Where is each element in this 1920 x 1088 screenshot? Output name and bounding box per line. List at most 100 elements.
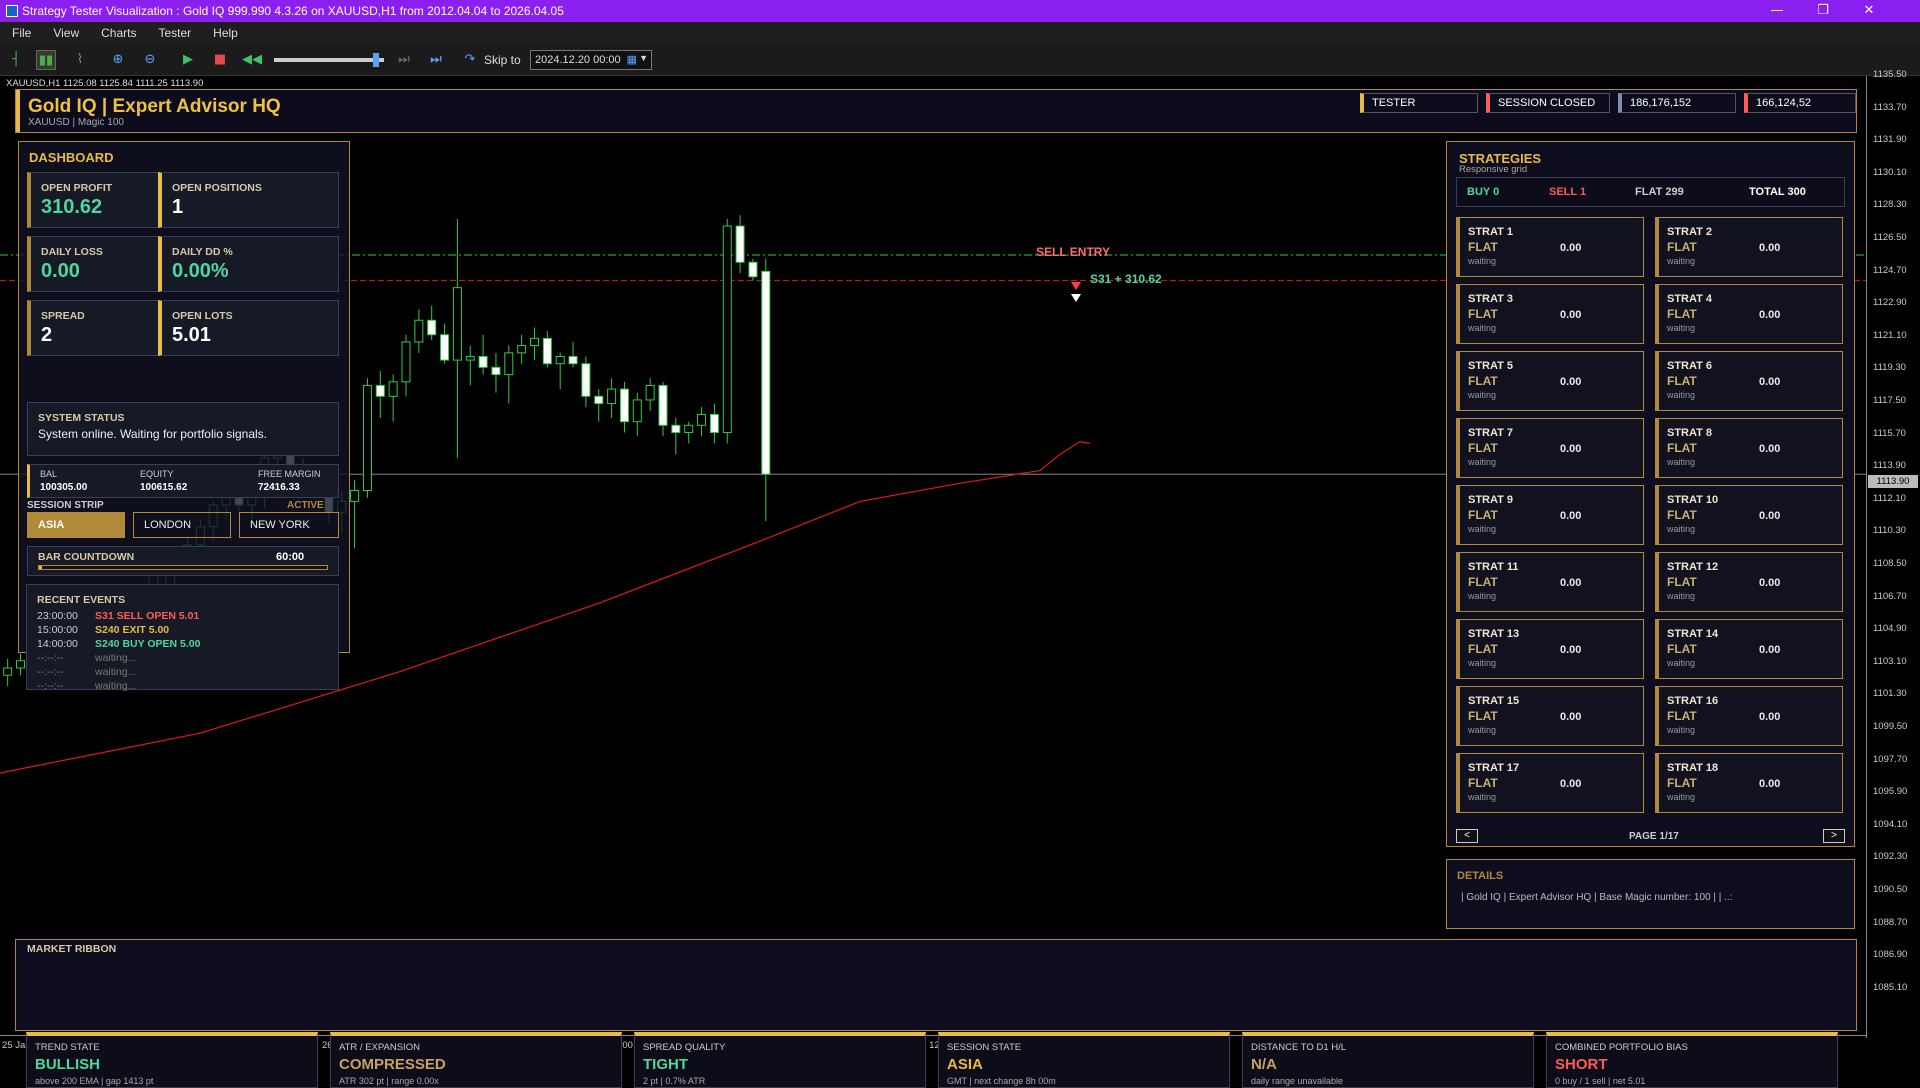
strategy-note: waiting	[1667, 390, 1696, 400]
menu-bar: File View Charts Tester Help	[0, 22, 1920, 44]
close-icon[interactable]: ✕	[1846, 0, 1892, 22]
candle-body	[632, 399, 642, 423]
strategy-value: 0.00	[1560, 510, 1582, 522]
strategy-card[interactable]: STRAT 16 FLAT 0.00 waiting	[1655, 686, 1843, 746]
strategy-name: STRAT 18	[1667, 762, 1719, 774]
strategy-value: 0.00	[1560, 711, 1582, 723]
strategy-card[interactable]: STRAT 13 FLAT 0.00 waiting	[1456, 619, 1644, 679]
bar-chart-icon[interactable]: ┤	[6, 50, 26, 70]
price-tick-label: 1092.30	[1873, 851, 1908, 863]
strategy-card[interactable]: STRAT 1 FLAT 0.00 waiting	[1456, 217, 1644, 277]
strategy-value: 0.00	[1560, 309, 1582, 321]
strategy-card[interactable]: STRAT 10 FLAT 0.00 waiting	[1655, 485, 1843, 545]
card-value: 0.00%	[172, 260, 229, 282]
event-time: 15:00:00	[37, 624, 78, 636]
candle-body	[504, 352, 514, 376]
menu-view[interactable]: View	[53, 26, 79, 40]
session-newyork[interactable]: NEW YORK	[239, 512, 339, 538]
menu-file[interactable]: File	[12, 26, 31, 40]
strategy-value: 0.00	[1560, 443, 1582, 455]
menu-charts[interactable]: Charts	[101, 26, 136, 40]
event-row: --:--:-- waiting...	[37, 651, 200, 665]
candle-body	[350, 490, 360, 502]
ribbon-card: SPREAD QUALITY TIGHT 2 pt | 0.7% ATR	[634, 1032, 926, 1088]
skip-date-field[interactable]: 2024.12.20 00:00 ▦ ▼	[530, 50, 652, 70]
menu-tester[interactable]: Tester	[158, 26, 191, 40]
event-time: --:--:--	[37, 666, 64, 678]
session-asia[interactable]: ASIA	[27, 512, 125, 538]
strategy-state: FLAT	[1667, 374, 1697, 388]
speed-slider[interactable]	[274, 53, 384, 67]
skip-icon: ↷	[464, 52, 476, 67]
play-icon[interactable]: ▶	[178, 50, 198, 70]
speed-slider-handle[interactable]	[372, 53, 379, 67]
line-chart-icon[interactable]: ⌇	[70, 50, 90, 70]
strategy-card[interactable]: STRAT 2 FLAT 0.00 waiting	[1655, 217, 1843, 277]
candle-body	[581, 363, 591, 397]
recent-events-box: RECENT EVENTS 23:00:00 S31 SELL OPEN 5.01…	[26, 584, 339, 692]
strategy-name: STRAT 3	[1468, 293, 1514, 305]
card-label: DAILY DD %	[172, 246, 233, 258]
strategy-card[interactable]: STRAT 15 FLAT 0.00 waiting	[1456, 686, 1644, 746]
restore-icon[interactable]: ❐	[1800, 0, 1846, 22]
price-tick-label: 1115.70	[1873, 427, 1906, 439]
bar-countdown-track	[38, 565, 328, 570]
price-tick-label: 1133.70	[1873, 101, 1907, 113]
ribbon-note: 2 pt | 0.7% ATR	[643, 1076, 706, 1086]
chevron-down-icon[interactable]: ▼	[639, 53, 648, 63]
price-tick-label: 1108.50	[1873, 558, 1907, 569]
candle-body	[478, 355, 488, 368]
card-label: OPEN POSITIONS	[172, 182, 262, 194]
strategy-card[interactable]: STRAT 4 FLAT 0.00 waiting	[1655, 284, 1843, 344]
strategy-state: FLAT	[1667, 441, 1697, 455]
price-tick-label: 1103.10	[1873, 655, 1907, 667]
price-tick-label: 1117.50	[1873, 395, 1906, 406]
event-message: waiting...	[95, 666, 137, 678]
dashboard-card: OPEN LOTS 5.01	[158, 300, 339, 356]
event-message: S240 EXIT 5.00	[95, 624, 170, 636]
strategy-card[interactable]: STRAT 18 FLAT 0.00 waiting	[1655, 753, 1843, 813]
strategy-name: STRAT 1	[1468, 226, 1514, 238]
dashboard-panel: DASHBOARD OPEN PROFIT 310.62 OPEN POSITION…	[18, 141, 350, 653]
strategy-state: FLAT	[1468, 374, 1498, 388]
calendar-icon[interactable]: ▦	[627, 53, 637, 66]
chart-area[interactable]: XAUUSD,H1 1125.08 1125.84 1111.25 1113.9…	[0, 69, 1920, 1088]
strategy-note: waiting	[1667, 323, 1696, 333]
prev-page-button[interactable]: <	[1456, 829, 1478, 843]
card-value: 0.00	[41, 260, 80, 282]
strategy-card[interactable]: STRAT 3 FLAT 0.00 waiting	[1456, 284, 1644, 344]
strategy-value: 0.00	[1759, 242, 1781, 254]
candle-body	[658, 384, 668, 426]
candle-body	[619, 388, 629, 423]
price-tick-label: 1119.30	[1873, 362, 1906, 374]
badge-session-text: SESSION CLOSED	[1498, 97, 1596, 109]
event-message: waiting...	[95, 680, 137, 692]
event-row: --:--:-- waiting...	[37, 665, 200, 679]
strategy-card[interactable]: STRAT 12 FLAT 0.00 waiting	[1655, 552, 1843, 612]
zoom-out-icon[interactable]: ⊖	[140, 50, 160, 70]
step-forward-icon[interactable]: ⏭	[426, 50, 446, 70]
candle-body	[16, 660, 25, 669]
strategy-card[interactable]: STRAT 8 FLAT 0.00 waiting	[1655, 418, 1843, 478]
strategy-card[interactable]: STRAT 11 FLAT 0.00 waiting	[1456, 552, 1644, 612]
zoom-in-icon[interactable]: ⊕	[108, 50, 128, 70]
session-london[interactable]: LONDON	[133, 512, 231, 538]
menu-help[interactable]: Help	[213, 26, 238, 40]
strategy-card[interactable]: STRAT 17 FLAT 0.00 waiting	[1456, 753, 1644, 813]
strategy-card[interactable]: STRAT 14 FLAT 0.00 waiting	[1655, 619, 1843, 679]
candle-body	[465, 355, 475, 361]
step-back-icon[interactable]: ⏭	[394, 50, 414, 70]
strategy-card[interactable]: STRAT 7 FLAT 0.00 waiting	[1456, 418, 1644, 478]
minimize-icon[interactable]: —	[1754, 0, 1800, 22]
strategy-state: FLAT	[1667, 575, 1697, 589]
strategy-card[interactable]: STRAT 5 FLAT 0.00 waiting	[1456, 351, 1644, 411]
candles-icon[interactable]: ▮▮	[36, 50, 56, 70]
stop-icon[interactable]: ■	[210, 50, 230, 70]
strategy-card[interactable]: STRAT 9 FLAT 0.00 waiting	[1456, 485, 1644, 545]
session-strip-label: SESSION STRIP	[27, 500, 104, 511]
session-london-label: LONDON	[144, 519, 192, 531]
next-page-button[interactable]: >	[1823, 829, 1845, 843]
rewind-icon[interactable]: ◀◀	[242, 50, 262, 70]
ribbon-label: ATR / EXPANSION	[339, 1042, 420, 1053]
strategy-card[interactable]: STRAT 6 FLAT 0.00 waiting	[1655, 351, 1843, 411]
